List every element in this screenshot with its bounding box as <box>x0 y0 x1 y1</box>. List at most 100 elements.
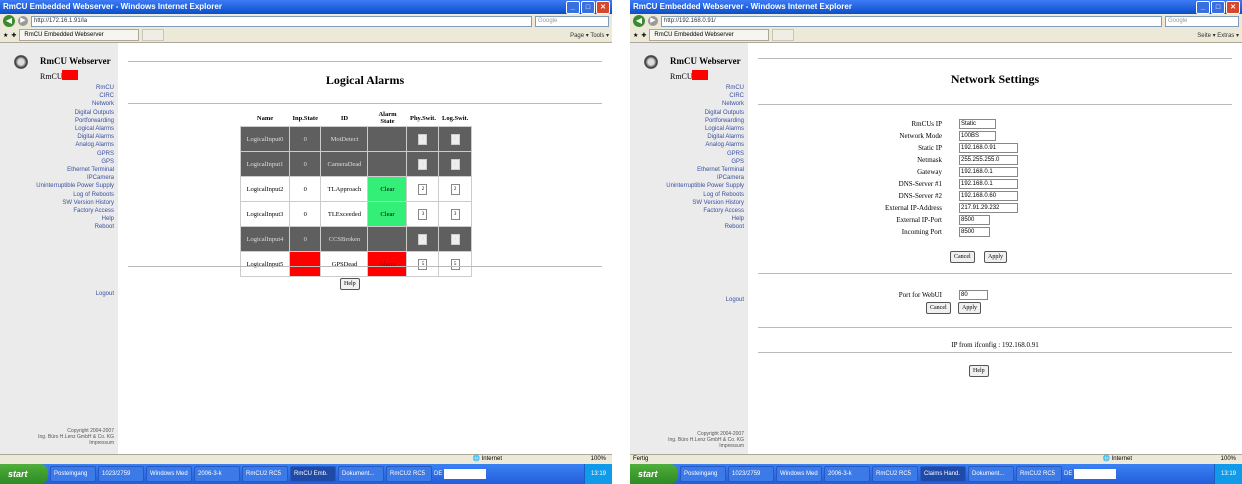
sidebar-item-rmcu[interactable]: RmCU <box>666 84 744 92</box>
search-input[interactable]: Google <box>535 15 609 27</box>
zoom-level[interactable]: 100% <box>591 455 606 464</box>
taskbar-item[interactable]: Dokument... <box>968 466 1014 482</box>
webui-cancel-button[interactable]: Cancel <box>926 302 951 314</box>
sidebar-item-help[interactable]: Help <box>666 215 744 223</box>
sidebar-item-digital-alarms[interactable]: Digital Alarms <box>666 133 744 141</box>
sidebar-item-circ[interactable]: CIRC <box>666 92 744 100</box>
taskbar-item[interactable]: RmCU2 RC5 <box>1016 466 1062 482</box>
field-input[interactable]: 8500 <box>959 215 990 225</box>
start-button[interactable]: start <box>630 464 678 484</box>
sidebar-item-uninterruptible-power-supply[interactable]: Uninterruptible Power Supply <box>36 182 114 190</box>
help-button[interactable]: Help <box>969 365 989 377</box>
forward-icon[interactable]: ▶ <box>648 16 658 26</box>
new-tab-button[interactable] <box>142 29 165 41</box>
address-input[interactable]: http://192.168.0.91/ <box>661 15 1162 27</box>
minimize-icon[interactable]: _ <box>1196 1 1210 14</box>
field-input[interactable]: 192.168.0.1 <box>959 179 1018 189</box>
back-icon[interactable]: ◀ <box>3 15 15 27</box>
taskbar-item[interactable]: RmCU2 RC5 <box>872 466 918 482</box>
webui-apply-button[interactable]: Apply <box>958 302 981 314</box>
window-title-bar[interactable]: RmCU Embedded Webserver - Windows Intern… <box>630 0 1242 14</box>
sidebar-item-log-of-reboots[interactable]: Log of Reboots <box>666 191 744 199</box>
sidebar-item-factory-access[interactable]: Factory Access <box>666 207 744 215</box>
taskbar-item[interactable]: Claims Hand. <box>920 466 966 482</box>
field-input[interactable]: 192.168.0.91 <box>959 143 1018 153</box>
sidebar-item-analog-alarms[interactable]: Analog Alarms <box>36 141 114 149</box>
add-favorite-icon[interactable]: ✚ <box>11 32 16 39</box>
sidebar-item-network[interactable]: Network <box>666 100 744 108</box>
taskbar-item[interactable]: 2006-3-k <box>824 466 870 482</box>
field-input[interactable]: 217.91.29.232 <box>959 203 1018 213</box>
sidebar-item-log-of-reboots[interactable]: Log of Reboots <box>36 191 114 199</box>
taskbar-search-input[interactable] <box>444 469 487 479</box>
command-bar[interactable]: Page ▾ Tools ▾ <box>570 32 609 39</box>
physical-switch-button[interactable]: 1 <box>418 158 428 170</box>
help-button[interactable]: Help <box>340 278 360 290</box>
taskbar-item[interactable]: Posteingang <box>680 466 726 482</box>
sidebar-item-network[interactable]: Network <box>36 100 114 108</box>
field-input[interactable]: 8500 <box>959 227 990 237</box>
sidebar-item-analog-alarms[interactable]: Analog Alarms <box>666 141 744 149</box>
taskbar-item[interactable]: Dokument... <box>338 466 384 482</box>
logical-switch-button[interactable]: 4 <box>450 233 460 245</box>
window-title-bar[interactable]: RmCU Embedded Webserver - Windows Intern… <box>0 0 612 14</box>
physical-switch-button[interactable]: 5 <box>418 258 428 270</box>
sidebar-item-factory-access[interactable]: Factory Access <box>36 207 114 215</box>
language-indicator[interactable]: DE <box>1064 471 1072 477</box>
sidebar-item-reboot[interactable]: Reboot <box>36 223 114 231</box>
webui-port-input[interactable]: 80 <box>959 290 988 300</box>
taskbar-item[interactable]: 2006-3-k <box>194 466 240 482</box>
maximize-icon[interactable]: □ <box>1211 1 1225 14</box>
sidebar-item-gps[interactable]: GPS <box>666 158 744 166</box>
favorites-star-icon[interactable]: ★ <box>3 32 8 39</box>
sidebar-item-gps[interactable]: GPS <box>36 158 114 166</box>
physical-switch-button[interactable]: 3 <box>418 208 428 220</box>
close-icon[interactable]: ✕ <box>596 1 610 14</box>
sidebar-item-ipcamera[interactable]: IPCamera <box>36 174 114 182</box>
taskbar-item[interactable]: RmCU2 RC5 <box>386 466 432 482</box>
search-input[interactable]: Google <box>1165 15 1239 27</box>
field-select[interactable]: Static <box>959 119 996 129</box>
taskbar-search-input[interactable] <box>1074 469 1117 479</box>
taskbar-item[interactable]: Windows Med <box>146 466 192 482</box>
sidebar-item-ethernet-terminal[interactable]: Ethernet Terminal <box>666 166 744 174</box>
browser-tab[interactable]: RmCU Embedded Webserver <box>649 29 770 41</box>
sidebar-item-rmcu[interactable]: RmCU <box>36 84 114 92</box>
sidebar-item-portforwarding[interactable]: Portforwarding <box>36 117 114 125</box>
start-button[interactable]: start <box>0 464 48 484</box>
sidebar-item-circ[interactable]: CIRC <box>36 92 114 100</box>
sidebar-item-sw-version-history[interactable]: SW Version History <box>666 199 744 207</box>
sidebar-item-sw-version-history[interactable]: SW Version History <box>36 199 114 207</box>
field-input[interactable]: 192.168.0.1 <box>959 167 1018 177</box>
maximize-icon[interactable]: □ <box>581 1 595 14</box>
physical-switch-button[interactable]: 0 <box>418 133 428 145</box>
logical-switch-button[interactable]: 1 <box>450 158 460 170</box>
logical-switch-button[interactable]: 3 <box>450 208 460 220</box>
physical-switch-button[interactable]: 4 <box>418 233 428 245</box>
impressum-link[interactable]: Impressum <box>630 443 744 449</box>
taskbar-item[interactable]: Posteingang <box>50 466 96 482</box>
taskbar-item[interactable]: Windows Med <box>776 466 822 482</box>
sidebar-item-uninterruptible-power-supply[interactable]: Uninterruptible Power Supply <box>666 182 744 190</box>
sidebar-item-logical-alarms[interactable]: Logical Alarms <box>36 125 114 133</box>
back-icon[interactable]: ◀ <box>633 15 645 27</box>
close-icon[interactable]: ✕ <box>1226 1 1240 14</box>
taskbar-item[interactable]: 1023/2759 <box>98 466 144 482</box>
sidebar-item-digital-outputs[interactable]: Digital Outputs <box>666 109 744 117</box>
field-input[interactable]: 192.168.0.60 <box>959 191 1018 201</box>
logout-link[interactable]: Logout <box>96 291 114 297</box>
logical-switch-button[interactable]: 0 <box>450 133 460 145</box>
browser-tab[interactable]: RmCU Embedded Webserver <box>19 29 140 41</box>
sidebar-item-ethernet-terminal[interactable]: Ethernet Terminal <box>36 166 114 174</box>
sidebar-item-reboot[interactable]: Reboot <box>666 223 744 231</box>
add-favorite-icon[interactable]: ✚ <box>641 32 646 39</box>
command-bar[interactable]: Seite ▾ Extras ▾ <box>1197 32 1239 39</box>
favorites-star-icon[interactable]: ★ <box>633 32 638 39</box>
physical-switch-button[interactable]: 2 <box>418 183 428 195</box>
sidebar-item-gprs[interactable]: GPRS <box>36 150 114 158</box>
forward-icon[interactable]: ▶ <box>18 16 28 26</box>
zoom-level[interactable]: 100% <box>1221 455 1236 464</box>
sidebar-item-gprs[interactable]: GPRS <box>666 150 744 158</box>
address-input[interactable]: http://172.16.1.91/la <box>31 15 532 27</box>
logical-switch-button[interactable]: 5 <box>450 258 460 270</box>
